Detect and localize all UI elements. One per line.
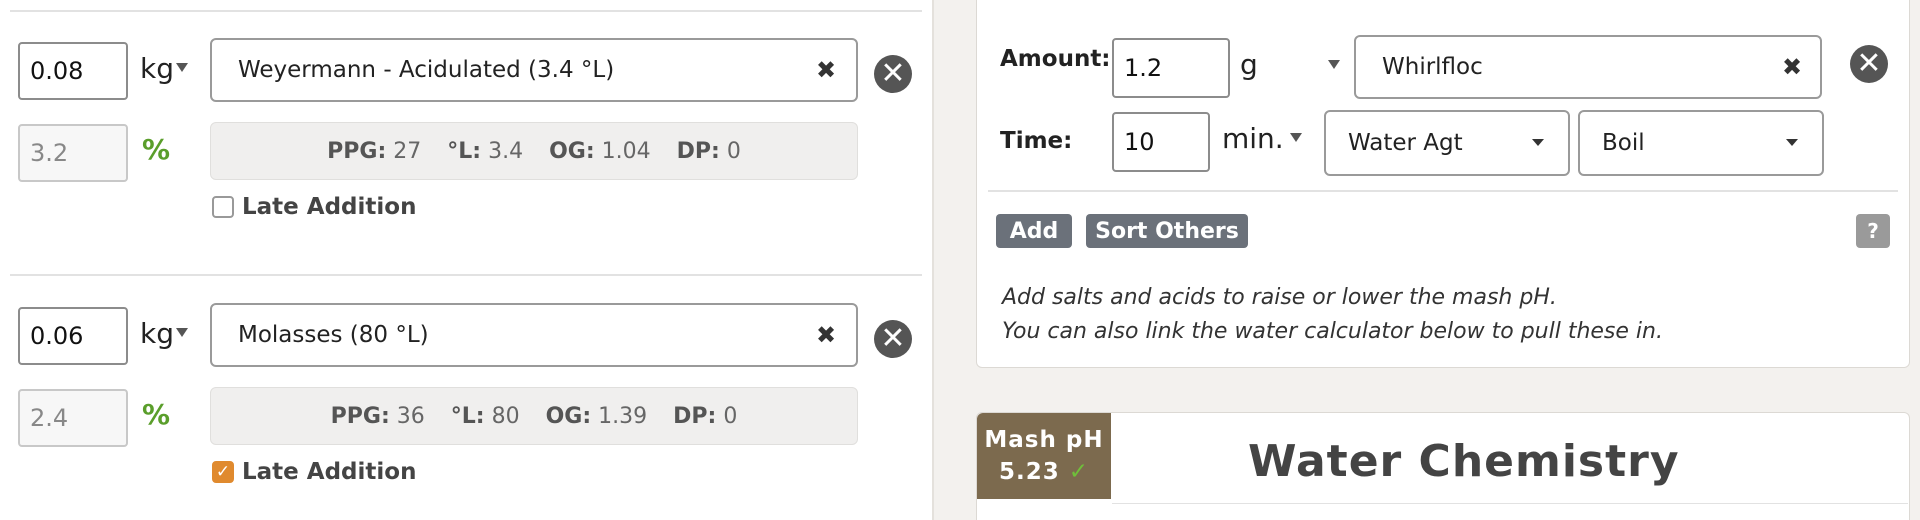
late-addition-toggle[interactable]: ✓ Late Addition xyxy=(212,459,416,485)
unit-label: kg xyxy=(140,317,174,350)
percent-symbol: % xyxy=(142,133,171,166)
unit-label: kg xyxy=(140,52,174,85)
amount-unit-caret-icon[interactable] xyxy=(1328,60,1340,69)
row-divider xyxy=(10,10,922,12)
dp-stat: DP: 0 xyxy=(676,138,741,164)
fermentable-stats: PPG: 27 °L: 3.4 OG: 1.04 DP: 0 xyxy=(210,122,858,180)
late-addition-label: Late Addition xyxy=(242,459,417,485)
fermentable-select[interactable]: Molasses (80 °L) xyxy=(210,303,858,367)
hint-line-2: You can also link the water calculator b… xyxy=(1002,319,1663,344)
mash-ph-label: Mash pH xyxy=(984,427,1104,453)
close-icon: ✕ xyxy=(880,56,906,91)
hint-line-1: Add salts and acids to raise or lower th… xyxy=(1002,285,1557,310)
remove-fermentable-button[interactable]: ✕ xyxy=(874,55,912,93)
time-unit-label: min. xyxy=(1222,122,1284,155)
dp-stat: DP: 0 xyxy=(673,403,738,429)
unit-caret-icon[interactable] xyxy=(176,328,188,337)
ppg-stat: PPG: 36 xyxy=(330,403,425,429)
late-addition-toggle[interactable]: Late Addition xyxy=(212,194,416,220)
check-icon: ✓ xyxy=(215,462,231,482)
check-icon: ✓ xyxy=(1068,459,1090,485)
lovibond-stat: °L: 3.4 xyxy=(447,138,524,164)
remove-fermentable-button[interactable]: ✕ xyxy=(874,320,912,358)
og-stat: OG: 1.04 xyxy=(549,138,651,164)
fermentable-select[interactable]: Weyermann - Acidulated (3.4 °L) xyxy=(210,38,858,102)
row-divider xyxy=(10,274,922,276)
fermentable-amount-input[interactable]: 0.08 xyxy=(18,42,128,100)
fermentable-percent-input: 3.2 xyxy=(18,124,128,182)
fermentable-name: Molasses (80 °L) xyxy=(238,322,429,348)
time-unit-caret-icon[interactable] xyxy=(1290,133,1302,142)
use-select-value: Water Agt xyxy=(1348,130,1463,156)
remove-other-button[interactable]: ✕ xyxy=(1850,45,1888,83)
clear-ingredient-icon[interactable]: ✖ xyxy=(1782,55,1802,79)
close-icon: ✕ xyxy=(1856,46,1882,81)
late-addition-checkbox[interactable] xyxy=(212,196,234,218)
card-divider xyxy=(988,190,1898,192)
fermentable-amount-input[interactable]: 0.06 xyxy=(18,307,128,365)
add-button[interactable]: Add xyxy=(996,214,1072,248)
close-icon: ✕ xyxy=(880,321,906,356)
help-button[interactable]: ? xyxy=(1856,214,1890,248)
chevron-down-icon xyxy=(1532,139,1544,146)
fermentable-percent-input: 2.4 xyxy=(18,389,128,447)
column-divider xyxy=(932,0,934,520)
other-ingredient-name: Whirlfloc xyxy=(1382,54,1483,80)
time-label: Time: xyxy=(1000,128,1073,154)
sort-others-button[interactable]: Sort Others xyxy=(1086,214,1248,248)
clear-selection-icon[interactable]: ✖ xyxy=(816,323,836,347)
percent-symbol: % xyxy=(142,398,171,431)
ppg-stat: PPG: 27 xyxy=(327,138,422,164)
chevron-down-icon xyxy=(1786,139,1798,146)
fermentable-name: Weyermann - Acidulated (3.4 °L) xyxy=(238,57,615,83)
mash-ph-value: 5.23 xyxy=(998,459,1060,485)
amount-label: Amount: xyxy=(1000,46,1111,72)
stage-select-value: Boil xyxy=(1602,130,1645,156)
amount-unit-label: g xyxy=(1240,48,1258,81)
other-ingredient-select[interactable]: Whirlfloc xyxy=(1354,35,1822,99)
late-addition-label: Late Addition xyxy=(242,194,417,220)
mash-ph-badge: Mash pH 5.23 ✓ xyxy=(977,413,1111,499)
lovibond-stat: °L: 80 xyxy=(450,403,520,429)
fermentable-stats: PPG: 36 °L: 80 OG: 1.39 DP: 0 xyxy=(210,387,858,445)
unit-caret-icon[interactable] xyxy=(176,63,188,72)
clear-selection-icon[interactable]: ✖ xyxy=(816,58,836,82)
og-stat: OG: 1.39 xyxy=(545,403,648,429)
card-divider xyxy=(1112,503,1908,504)
other-amount-input[interactable]: 1.2 xyxy=(1112,38,1230,98)
late-addition-checkbox[interactable]: ✓ xyxy=(212,461,234,483)
water-chemistry-title: Water Chemistry xyxy=(1248,436,1680,487)
other-time-input[interactable]: 10 xyxy=(1112,112,1210,172)
mash-ph-value-row: 5.23 ✓ xyxy=(999,456,1089,488)
